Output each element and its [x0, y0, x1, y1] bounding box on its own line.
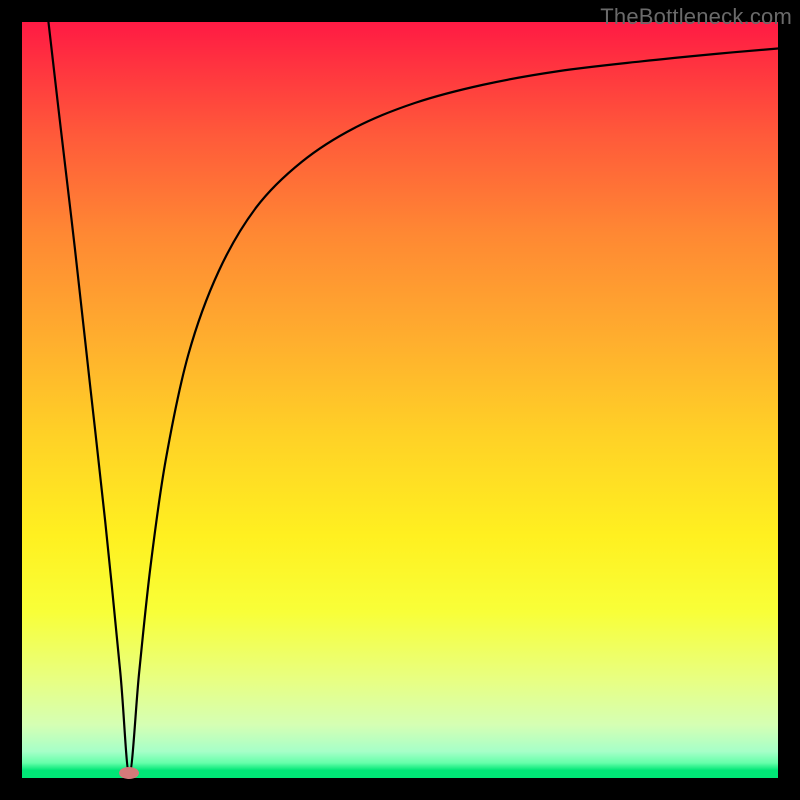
curve-svg	[22, 22, 778, 778]
watermark-text: TheBottleneck.com	[600, 4, 792, 30]
optimum-marker	[119, 767, 139, 779]
chart-root: TheBottleneck.com	[0, 0, 800, 800]
bottleneck-curve	[48, 22, 778, 773]
plot-area	[22, 22, 778, 778]
